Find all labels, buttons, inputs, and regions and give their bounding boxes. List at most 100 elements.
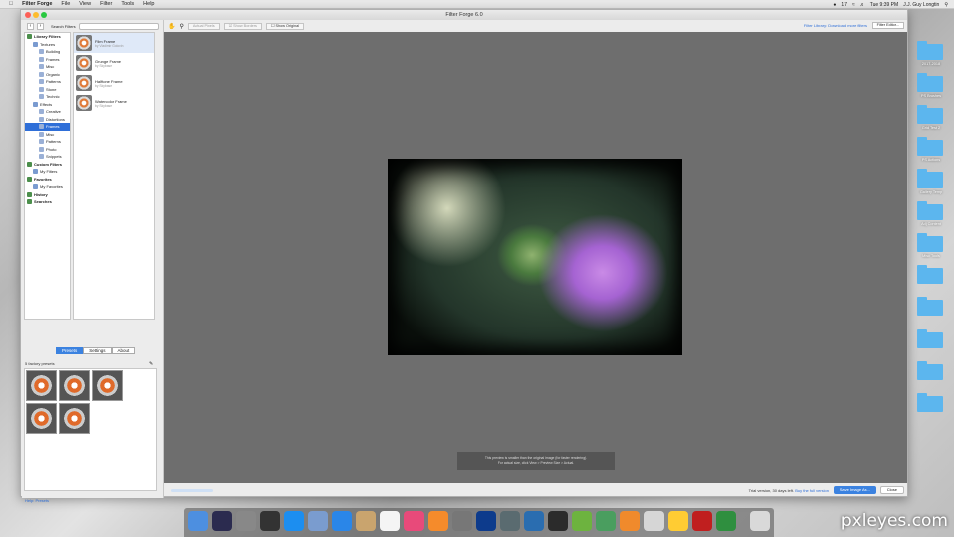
tree-item[interactable]: Snippets: [25, 153, 70, 161]
menu-view[interactable]: View: [79, 1, 91, 7]
tree-item[interactable]: Organic: [25, 71, 70, 79]
app-icon[interactable]: [644, 511, 664, 531]
photos-icon[interactable]: [668, 511, 688, 531]
tree-item[interactable]: Misc: [25, 131, 70, 139]
app-icon[interactable]: [620, 511, 640, 531]
minimize-window-icon[interactable]: [33, 12, 39, 18]
forward-button[interactable]: ›: [37, 22, 44, 30]
preset-thumbnail[interactable]: [26, 370, 57, 401]
desktop-folder-icon[interactable]: [917, 329, 943, 348]
menu-file[interactable]: File: [61, 1, 70, 7]
app-icon[interactable]: [524, 511, 544, 531]
tree-item[interactable]: Frames: [25, 123, 70, 131]
show-original-checkbox[interactable]: ☐ Show Original: [265, 22, 305, 30]
app-icon[interactable]: [716, 511, 736, 531]
filter-list-item[interactable]: Film Frame by Vladimir Golovin: [74, 33, 154, 53]
finder-icon[interactable]: [188, 511, 208, 531]
wifi-icon[interactable]: ≈: [852, 2, 855, 8]
tree-item[interactable]: Distortions: [25, 116, 70, 124]
tree-item[interactable]: Stone: [25, 86, 70, 94]
desktop-folder-icon[interactable]: [917, 297, 943, 316]
menu-app-name[interactable]: Filter Forge: [22, 1, 52, 7]
siri-icon[interactable]: [212, 511, 232, 531]
tree-item[interactable]: Patterns: [25, 138, 70, 146]
safari-icon[interactable]: [332, 511, 352, 531]
tree-item[interactable]: Misc: [25, 63, 70, 71]
tree-item[interactable]: Patterns: [25, 78, 70, 86]
buy-full-version-link[interactable]: Buy the full version: [795, 488, 829, 493]
ibooks-icon[interactable]: [428, 511, 448, 531]
status-icon[interactable]: ●: [833, 2, 836, 8]
volume-icon[interactable]: ♬: [860, 2, 865, 8]
close-window-icon[interactable]: [25, 12, 31, 18]
close-button[interactable]: Close: [879, 486, 904, 494]
actual-pixels-button[interactable]: Actual Pixels: [187, 22, 220, 30]
preview-canvas[interactable]: This preview is smaller than the origina…: [164, 32, 907, 483]
tab-about[interactable]: About: [111, 347, 136, 354]
tree-item[interactable]: Library Filters: [25, 33, 70, 41]
back-button[interactable]: ‹: [27, 22, 34, 30]
app-store-icon[interactable]: [284, 511, 304, 531]
tree-item[interactable]: Effects: [25, 101, 70, 109]
tree-item[interactable]: Creative: [25, 108, 70, 116]
filter-editor-button[interactable]: Filter Editor...: [871, 22, 904, 29]
show-borders-checkbox[interactable]: ☑ Show Borders: [223, 22, 262, 30]
tree-item[interactable]: Photo: [25, 146, 70, 154]
save-image-button[interactable]: Save Image As...: [833, 486, 876, 494]
zoom-window-icon[interactable]: [41, 12, 47, 18]
acrobat-icon[interactable]: [692, 511, 712, 531]
tree-item[interactable]: Searches: [25, 198, 70, 206]
preview-icon[interactable]: [500, 511, 520, 531]
desktop-folder-icon[interactable]: [917, 137, 943, 156]
calendar-icon[interactable]: [380, 511, 400, 531]
menu-filter[interactable]: Filter: [100, 1, 112, 7]
menu-tools[interactable]: Tools: [121, 1, 134, 7]
battery-badge[interactable]: 17: [841, 2, 847, 8]
mail-icon[interactable]: [308, 511, 328, 531]
desktop-folder-icon[interactable]: [917, 201, 943, 220]
app-icon[interactable]: [596, 511, 616, 531]
desktop-folder-icon[interactable]: [917, 41, 943, 60]
preview-image[interactable]: [388, 159, 682, 355]
desktop-folder-icon[interactable]: [917, 233, 943, 252]
desktop-folder-icon[interactable]: [917, 265, 943, 284]
tree-item[interactable]: My Favorites: [25, 183, 70, 191]
tab-settings[interactable]: Settings: [83, 347, 112, 354]
preset-thumbnail[interactable]: [26, 403, 57, 434]
desktop-folder-icon[interactable]: [917, 393, 943, 412]
filter-library-link[interactable]: Filter Library: Download more filters: [804, 23, 867, 28]
hand-tool-icon[interactable]: ✋: [168, 23, 175, 30]
itunes-icon[interactable]: [404, 511, 424, 531]
desktop-folder-icon[interactable]: [917, 361, 943, 380]
desktop-folder-icon[interactable]: [917, 105, 943, 124]
notes-icon[interactable]: [356, 511, 376, 531]
tree-item[interactable]: My Filters: [25, 168, 70, 176]
tab-presets[interactable]: Presets: [56, 347, 84, 354]
app-icon[interactable]: [572, 511, 592, 531]
system-preferences-icon[interactable]: [452, 511, 472, 531]
filter-list-item[interactable]: Watercolor Frame by Skybase: [74, 93, 154, 113]
tree-item[interactable]: Technic: [25, 93, 70, 101]
menubar-user[interactable]: J.J. Guy Longtin: [903, 2, 939, 8]
menubar-time[interactable]: Tue 9:39 PM: [870, 2, 898, 8]
launchpad-icon[interactable]: [236, 511, 256, 531]
photoshop-icon[interactable]: [476, 511, 496, 531]
tree-item[interactable]: History: [25, 191, 70, 199]
search-icon[interactable]: ⚲: [944, 2, 948, 8]
help-presets-link[interactable]: Help: Presets: [25, 498, 49, 503]
tree-item[interactable]: Custom Filters: [25, 161, 70, 169]
search-filters-input[interactable]: [78, 22, 159, 30]
desktop-folder-icon[interactable]: [917, 73, 943, 92]
apple-menu-icon[interactable]: : [9, 1, 13, 7]
trash-icon[interactable]: [750, 511, 770, 531]
preset-thumbnail[interactable]: [92, 370, 123, 401]
menu-help[interactable]: Help: [143, 1, 154, 7]
desktop-folder-icon[interactable]: [917, 169, 943, 188]
filter-list-item[interactable]: Grunge Frame by Skybase: [74, 53, 154, 73]
preset-thumbnail[interactable]: [59, 403, 90, 434]
tree-item[interactable]: Textures: [25, 41, 70, 49]
preset-tool-icon[interactable]: ✎: [149, 361, 153, 367]
preset-thumbnail[interactable]: [59, 370, 90, 401]
tree-item[interactable]: Favorites: [25, 176, 70, 184]
tree-item[interactable]: Building: [25, 48, 70, 56]
